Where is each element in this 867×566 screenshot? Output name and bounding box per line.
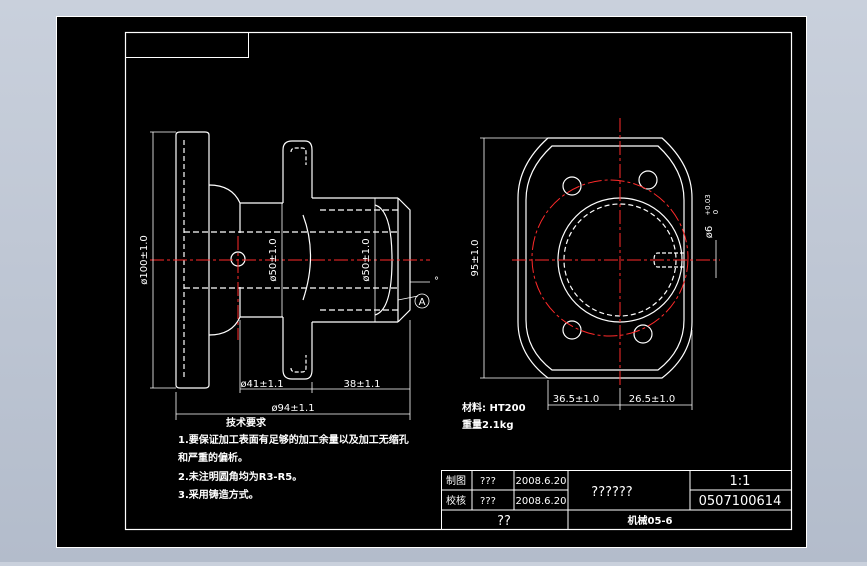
tb-bottom-right: 机械05-6 [627, 514, 672, 527]
small-mark: ° [434, 276, 439, 287]
notes-line2: 2.未注明圆角均为R3-R5。 [178, 470, 302, 483]
dim-len41: ø41±1.1 [240, 379, 283, 390]
dim-w365: 36.5±1.0 [553, 394, 600, 405]
tb-drawing-no: 0507100614 [699, 494, 782, 509]
dim-od50-right: ø50±1.0 [361, 238, 372, 281]
dim-hole6-tol-up: +0.03 [704, 194, 712, 215]
tb-part-name: ?????? [591, 485, 632, 500]
material-label: 材料: HT200 [462, 401, 526, 414]
tb-row1-date: 2008.6.20 [516, 476, 567, 487]
dim-h95: 95±1.0 [470, 239, 481, 276]
dim-len38: 38±1.1 [343, 379, 380, 390]
drawing-paper [56, 16, 807, 548]
dim-hole6-tol-low: 0 [712, 210, 720, 214]
tb-bottom-left: ?? [497, 514, 511, 529]
notes-line1b: 和严重的偏析。 [177, 451, 248, 464]
callout-a-label: A [419, 297, 426, 308]
dim-od50-left: ø50±1.0 [268, 238, 279, 281]
tb-row2-date: 2008.6.20 [516, 496, 567, 507]
notes-heading: 技术要求 [226, 416, 267, 429]
cad-drawing-canvas: ø100±1.0 ø50±1.0 ø50±1.0 ø41±1.1 38±1.1 … [0, 0, 867, 562]
notes-line1: 1.要保证加工表面有足够的加工余量以及加工无缩孔 [178, 433, 409, 446]
notes-line3: 3.采用铸造方式。 [178, 488, 259, 501]
dim-len94: ø94±1.1 [271, 403, 314, 414]
tb-row2-name: ??? [480, 496, 496, 507]
tb-row1-name: ??? [480, 476, 496, 487]
tb-scale: 1:1 [730, 474, 751, 489]
tb-row2-role: 校核 [446, 494, 466, 507]
drawing-svg: ø100±1.0 ø50±1.0 ø50±1.0 ø41±1.1 38±1.1 … [56, 16, 807, 548]
dim-od100: ø100±1.0 [139, 235, 150, 285]
dim-hole6: ø6 [704, 226, 715, 238]
weight-label: 重量2.1kg [462, 418, 514, 431]
dim-w265: 26.5±1.0 [629, 394, 676, 405]
tb-row1-role: 制图 [446, 474, 466, 487]
